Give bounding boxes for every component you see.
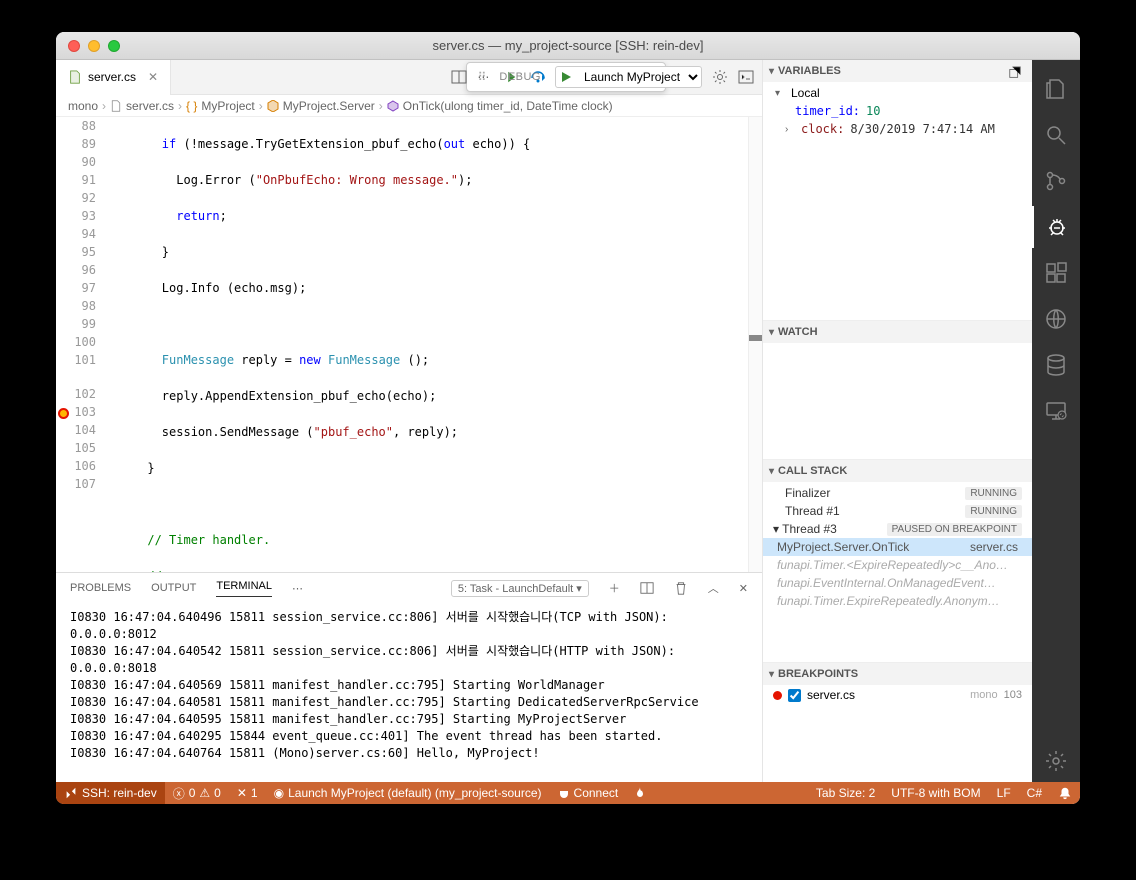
thread-3[interactable]: ▾ Thread #3PAUSED ON BREAKPOINT xyxy=(763,520,1032,538)
stackframe-2[interactable]: funapi.EventInternal.OnManagedEvent… xyxy=(763,574,1032,592)
titlebar: server.cs — my_project-source [SSH: rein… xyxy=(56,32,1080,60)
breakpoint-dot-icon xyxy=(773,691,782,700)
breadcrumb-method[interactable]: OnTick(ulong timer_id, DateTime clock) xyxy=(403,99,613,113)
thread-1[interactable]: Thread #1RUNNING xyxy=(763,502,1032,520)
breadcrumb-class[interactable]: MyProject.Server xyxy=(283,99,375,113)
tab-problems[interactable]: PROBLEMS xyxy=(70,582,131,594)
radio-icon: ◉ xyxy=(274,786,284,800)
code-editor[interactable]: 8889909192939495969798991001011021031041… xyxy=(56,117,762,572)
window-close[interactable] xyxy=(68,40,80,52)
window-zoom[interactable] xyxy=(108,40,120,52)
status-connect[interactable]: Connect xyxy=(550,782,627,804)
stackframe-1[interactable]: funapi.Timer.<ExpireRepeatedly>c__Ano… xyxy=(763,556,1032,574)
namespace-icon: { } xyxy=(186,99,197,113)
file-tab-label: server.cs xyxy=(88,70,136,84)
extensions-icon[interactable] xyxy=(1032,252,1080,294)
status-encoding[interactable]: UTF-8 with BOM xyxy=(883,782,988,804)
status-launch[interactable]: ◉Launch MyProject (default) (my_project-… xyxy=(266,782,550,804)
status-problems[interactable]: ⓧ0 ⚠0 xyxy=(165,782,229,804)
activity-bar xyxy=(1032,60,1080,782)
debug-label: DEBUG xyxy=(499,71,541,83)
file-icon xyxy=(110,100,122,112)
tab-output[interactable]: OUTPUT xyxy=(151,582,196,594)
file-tab-server-cs[interactable]: server.cs ✕ xyxy=(56,60,171,95)
close-tab-icon[interactable]: ✕ xyxy=(148,70,158,84)
split-editor-icon[interactable] xyxy=(451,69,467,85)
status-notifications-icon[interactable] xyxy=(1050,782,1080,804)
launch-select[interactable]: Launch MyProject xyxy=(576,69,701,85)
gear-icon[interactable] xyxy=(712,69,728,85)
error-icon: ⓧ xyxy=(173,785,185,802)
plug-icon xyxy=(558,787,570,799)
window-title: server.cs — my_project-source [SSH: rein… xyxy=(56,38,1080,53)
csharp-file-icon xyxy=(68,70,82,84)
breakpoint-checkbox[interactable] xyxy=(788,689,801,702)
breadcrumb-folder[interactable]: mono xyxy=(68,99,98,113)
status-ssh[interactable]: SSH: rein-dev xyxy=(56,782,165,804)
maximize-panel-icon[interactable]: ︿ xyxy=(708,580,719,596)
stackframe-ontick[interactable]: MyProject.Server.OnTickserver.cs xyxy=(763,538,1032,556)
debug-console-icon[interactable] xyxy=(738,69,754,85)
status-flame[interactable] xyxy=(626,782,654,804)
breakpoint-active-icon[interactable] xyxy=(58,408,69,419)
remote-explorer-icon[interactable] xyxy=(1032,390,1080,432)
tools-icon: ✕ xyxy=(237,786,247,800)
status-eol[interactable]: LF xyxy=(989,782,1019,804)
breadcrumb[interactable]: mono › server.cs › { } MyProject › MyPro… xyxy=(56,95,762,117)
editor-tabs: server.cs ✕ ⠿ ⋯ DEBUG xyxy=(56,60,762,95)
scope-local[interactable]: ▾Local xyxy=(763,84,1032,102)
split-terminal-icon[interactable] xyxy=(640,581,654,595)
window-minimize[interactable] xyxy=(88,40,100,52)
variable-timer-id[interactable]: timer_id: 10 xyxy=(763,102,1032,120)
breakpoint-item[interactable]: server.cs mono 103 xyxy=(763,685,1032,705)
breakpoints-header[interactable]: ▾BREAKPOINTS xyxy=(763,663,1032,685)
status-tools[interactable]: ✕1 xyxy=(229,782,266,804)
settings-gear-icon[interactable] xyxy=(1032,740,1080,782)
search-icon[interactable] xyxy=(1032,114,1080,156)
thread-finalizer[interactable]: FinalizerRUNNING xyxy=(763,484,1032,502)
status-language[interactable]: C# xyxy=(1019,782,1050,804)
variables-header[interactable]: ▾VARIABLES xyxy=(763,60,1032,82)
database-icon[interactable] xyxy=(1032,344,1080,386)
launch-config-select[interactable]: Launch MyProject xyxy=(555,66,702,88)
new-terminal-icon[interactable]: ＋ xyxy=(609,580,620,596)
more-icon[interactable]: ⋯ xyxy=(477,70,489,84)
collapse-all-icon[interactable] xyxy=(1008,66,1022,80)
breadcrumb-namespace[interactable]: MyProject xyxy=(201,99,254,113)
start-debug-icon[interactable] xyxy=(556,71,576,83)
class-icon xyxy=(267,100,279,112)
source-control-icon[interactable] xyxy=(1032,160,1080,202)
status-bar: SSH: rein-dev ⓧ0 ⚠0 ✕1 ◉Launch MyProject… xyxy=(56,782,1080,804)
watch-header[interactable]: ▾WATCH xyxy=(763,321,1032,343)
warning-icon: ⚠ xyxy=(199,786,210,800)
remote-icon[interactable] xyxy=(1032,298,1080,340)
remote-indicator-icon xyxy=(64,786,78,800)
stackframe-3[interactable]: funapi.Timer.ExpireRepeatedly.Anonym… xyxy=(763,592,1032,610)
minimap[interactable] xyxy=(748,117,762,572)
variable-clock[interactable]: ›clock: 8/30/2019 7:47:14 AM xyxy=(763,120,1032,138)
terminal-output[interactable]: I0830 16:47:04.640496 15811 session_serv… xyxy=(56,603,762,782)
terminal-select[interactable]: 5: Task - LaunchDefault ▾ xyxy=(451,580,589,597)
close-panel-icon[interactable]: ✕ xyxy=(739,582,748,595)
callstack-header[interactable]: ▾CALL STACK xyxy=(763,460,1032,482)
bottom-panel: PROBLEMS OUTPUT TERMINAL ⋯ 5: Task - Lau… xyxy=(56,572,762,782)
kill-terminal-icon[interactable] xyxy=(674,581,688,595)
explorer-icon[interactable] xyxy=(1032,68,1080,110)
debug-icon[interactable] xyxy=(1032,206,1080,248)
debug-sidebar: ▾VARIABLES ▾Local timer_id: 10 ›clock: 8… xyxy=(762,60,1032,782)
tab-terminal[interactable]: TERMINAL xyxy=(216,580,272,597)
status-tabsize[interactable]: Tab Size: 2 xyxy=(808,782,883,804)
more-icon[interactable]: ⋯ xyxy=(292,582,303,595)
method-icon xyxy=(387,100,399,112)
flame-icon xyxy=(634,787,646,799)
breadcrumb-file[interactable]: server.cs xyxy=(126,99,174,113)
